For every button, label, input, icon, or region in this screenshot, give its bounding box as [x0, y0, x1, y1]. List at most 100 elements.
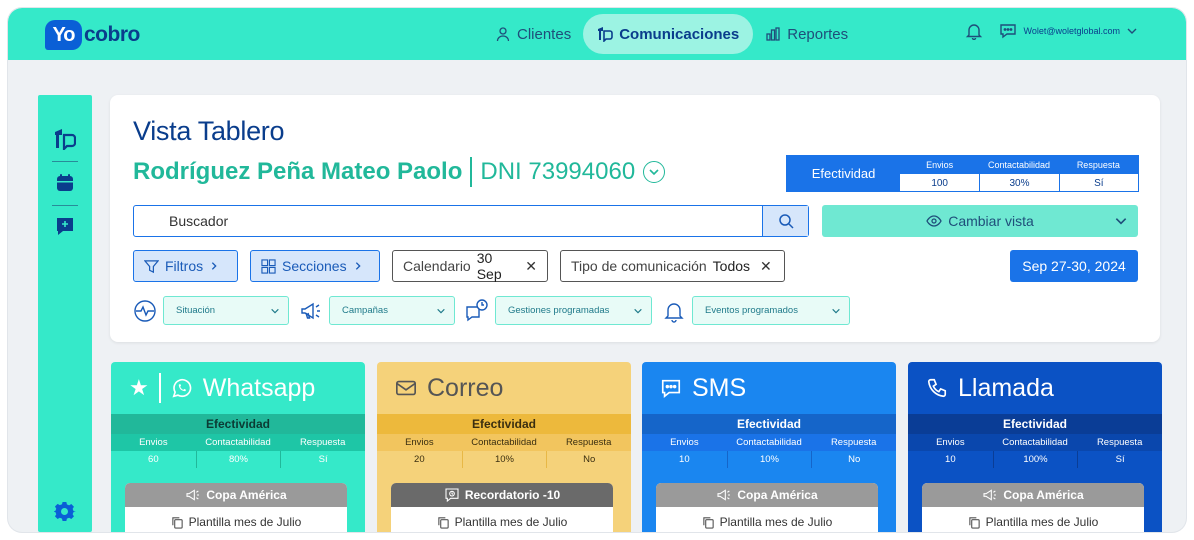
nav-reportes-label: Reportes	[787, 25, 849, 43]
gestiones-label: Gestiones programadas	[508, 305, 610, 316]
tipo-value: Todos	[712, 258, 751, 274]
tipo-comunicacion-chip[interactable]: Tipo de comunicación Todos ✕	[560, 250, 785, 282]
channel-value: 100%	[992, 451, 1078, 468]
channel-value: No	[546, 451, 631, 468]
gestiones-select[interactable]: Gestiones programadas	[495, 296, 652, 325]
campaign-card[interactable]: Copa América Plantilla mes de Julio	[922, 483, 1144, 532]
channel-header: Respuesta	[546, 434, 631, 451]
date-range-button[interactable]: Sep 27-30, 2024	[1010, 250, 1138, 282]
phone-icon	[927, 378, 947, 398]
expand-client-button[interactable]	[643, 161, 666, 183]
filter-row: Situación Campañas Gestiones programadas…	[133, 296, 850, 325]
chevron-down-icon	[634, 308, 642, 313]
eff-header-respuesta: Respuesta	[1058, 156, 1138, 174]
change-view-button[interactable]: Cambiar vista	[822, 205, 1138, 237]
megaphone-icon	[301, 302, 320, 319]
main-nav: Clientes Comunicaciones Reportes	[483, 14, 860, 54]
search-icon	[778, 214, 794, 229]
eff-header-envios: Envios	[900, 156, 980, 174]
channel-header: Envios	[377, 434, 462, 451]
bell-icon[interactable]	[965, 22, 983, 40]
channel-value: 20	[377, 451, 462, 468]
divider	[470, 157, 473, 187]
chevron-down-icon	[271, 308, 279, 313]
channel-header: Envios	[908, 434, 993, 451]
search-input[interactable]	[134, 206, 762, 236]
message-icon[interactable]	[54, 215, 76, 237]
eff-value-envios: 100	[931, 177, 948, 189]
channel-header: Contactabilidad	[726, 434, 812, 451]
gear-icon[interactable]	[54, 501, 76, 523]
logo[interactable]: Yo cobro	[45, 20, 140, 50]
copy-icon	[171, 516, 183, 529]
channel-header: Envios	[111, 434, 196, 451]
nav-clientes-label: Clientes	[517, 25, 572, 43]
chevron-right-icon	[211, 262, 217, 270]
user-menu[interactable]: Wolet@woletglobal.com	[999, 22, 1138, 40]
close-icon[interactable]: ✕	[525, 258, 537, 275]
channel-value: 10	[642, 451, 727, 468]
search-button[interactable]	[762, 206, 808, 236]
user-email: Wolet@woletglobal.com	[1023, 26, 1120, 36]
channel-eff-label: Efectividad	[377, 414, 631, 434]
channel-eff-label: Efectividad	[111, 414, 365, 434]
top-bar: Yo cobro Clientes Comunicaciones Reporte…	[8, 8, 1186, 60]
effectiveness-label: Efectividad	[787, 156, 900, 191]
eye-icon	[926, 215, 942, 227]
chevron-right-icon	[355, 262, 361, 270]
bar-chart-icon	[766, 27, 780, 41]
template-name: Plantilla mes de Julio	[454, 515, 568, 529]
channel-header: Contactabilidad	[992, 434, 1078, 451]
situacion-select[interactable]: Situación	[163, 296, 289, 325]
channel-card-correo: Correo Efectividad Envios Contactabilida…	[377, 362, 631, 532]
logo-text: cobro	[84, 23, 140, 46]
campaign-card[interactable]: Recordatorio -10 Plantilla mes de Julio	[391, 483, 613, 532]
channel-name: Llamada	[958, 373, 1054, 402]
template-name: Plantilla mes de Julio	[719, 515, 833, 529]
eventos-select[interactable]: Eventos programados	[692, 296, 850, 325]
chat-icon	[1000, 24, 1017, 39]
change-view-label: Cambiar vista	[948, 213, 1034, 229]
channel-header: Respuesta	[280, 434, 365, 451]
campaign-card[interactable]: Copa América Plantilla mes de Julio	[125, 483, 347, 532]
eff-value-contactabilidad: 30%	[979, 174, 1058, 192]
channel-header: Envios	[642, 434, 727, 451]
campanas-select[interactable]: Campañas	[329, 296, 455, 325]
megaphone-icon	[983, 489, 997, 501]
filter-icon	[144, 259, 159, 273]
template-name: Plantilla mes de Julio	[188, 515, 302, 529]
eff-header-contactabilidad: Contactabilidad	[979, 156, 1059, 174]
divider	[158, 373, 161, 403]
campaign-name: Recordatorio -10	[464, 488, 561, 502]
nav-comunicaciones[interactable]: Comunicaciones	[583, 14, 754, 54]
star-icon[interactable]: ★	[129, 375, 149, 401]
channel-card-whatsapp: ★ Whatsapp Efectividad Envios Contactabi…	[111, 362, 365, 532]
megaphone-icon	[717, 489, 731, 501]
channel-value: 10%	[726, 451, 812, 468]
effectiveness-table: Efectividad Envios Contactabilidad Respu…	[786, 155, 1139, 192]
channel-header: Respuesta	[811, 434, 896, 451]
nav-reportes[interactable]: Reportes	[753, 14, 860, 54]
copy-icon	[702, 516, 714, 529]
calendario-chip[interactable]: Calendario 30 Sep ✕	[392, 250, 548, 282]
comunicaciones-icon[interactable]	[54, 128, 76, 150]
secciones-button[interactable]: Secciones	[250, 250, 380, 282]
nav-clientes[interactable]: Clientes	[483, 14, 583, 54]
channel-value: Sí	[280, 451, 365, 468]
sidebar-divider	[52, 205, 78, 206]
campaign-card[interactable]: Copa América Plantilla mes de Julio	[656, 483, 878, 532]
filtros-button[interactable]: Filtros	[133, 250, 238, 282]
pulse-icon	[134, 299, 156, 322]
channel-header: Respuesta	[1077, 434, 1162, 451]
client-name: Rodríguez Peña Mateo Paolo	[133, 158, 463, 185]
situacion-label: Situación	[176, 305, 216, 316]
calendar-icon[interactable]	[54, 172, 76, 194]
channel-card-sms: SMS Efectividad Envios Contactabilidad R…	[642, 362, 896, 532]
sidebar	[38, 95, 92, 532]
megaphone-icon	[186, 489, 200, 501]
bell-icon	[664, 302, 684, 323]
channel-card-llamada: Llamada Efectividad Envios Contactabilid…	[908, 362, 1162, 532]
filtros-label: Filtros	[165, 258, 204, 274]
close-icon[interactable]: ✕	[760, 258, 772, 275]
channel-value: 80%	[195, 451, 281, 468]
